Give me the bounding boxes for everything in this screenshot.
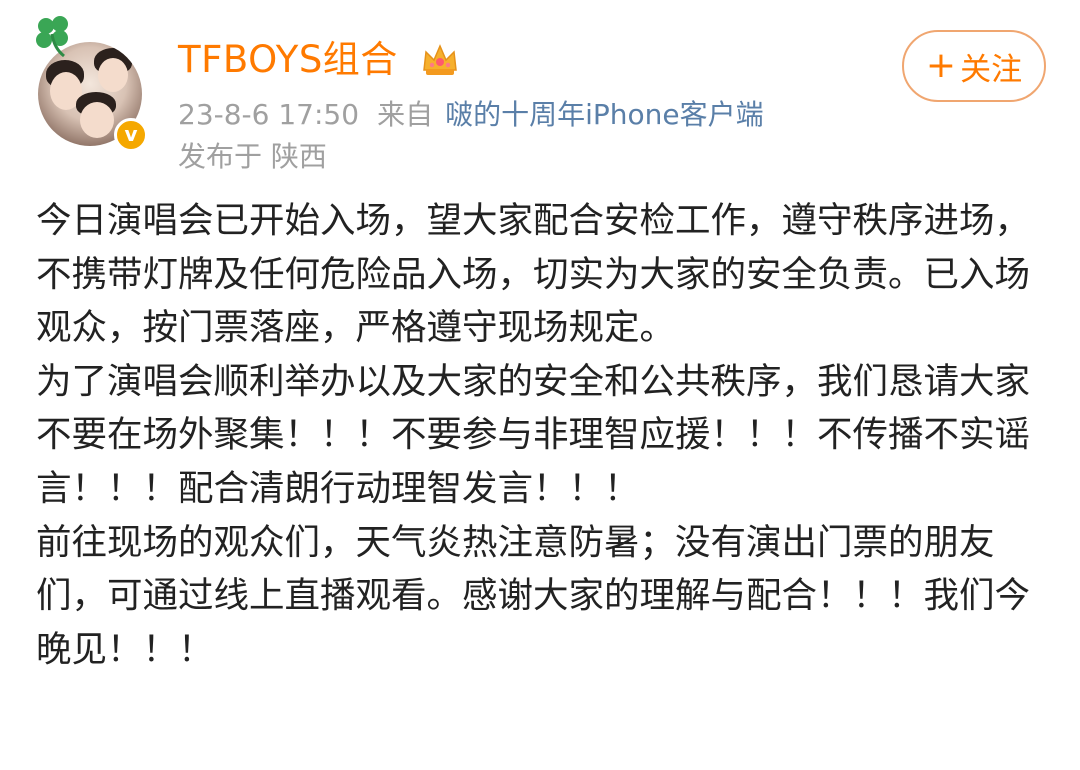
post-paragraph: 前往现场的观众们，天气炎热注意防暑；没有演出门票的朋友们，可通过线上直播观看。感… <box>36 521 1031 670</box>
crown-icon[interactable] <box>420 40 460 78</box>
post-time: 23-8-6 17:50 <box>178 98 360 131</box>
username[interactable]: TFBOYS组合 <box>178 38 398 82</box>
weibo-post: v TFBOYS组合 23-8-6 17:50 来自 啵的十周年iPhone客户端 … <box>0 0 1080 770</box>
client-link[interactable]: 啵的十周年iPhone客户端 <box>445 98 764 131</box>
plus-icon: + <box>925 45 957 86</box>
source-label: 来自 <box>377 98 434 131</box>
post-meta: 23-8-6 17:50 来自 啵的十周年iPhone客户端 <box>178 98 764 132</box>
post-paragraph: 今日演唱会已开始入场，望大家配合安检工作，遵守秩序进场，不携带灯牌及任何危险品入… <box>36 200 1031 349</box>
avatar-container[interactable]: v <box>34 14 154 152</box>
follow-label: 关注 <box>960 51 1023 88</box>
post-content: 今日演唱会已开始入场，望大家配合安检工作，遵守秩序进场，不携带灯牌及任何危险品入… <box>36 194 1046 676</box>
follow-button[interactable]: + 关注 <box>902 30 1046 102</box>
post-location: 发布于 陕西 <box>178 140 327 173</box>
post-paragraph: 为了演唱会顺利举办以及大家的安全和公共秩序，我们恳请大家不要在场外聚集！！！不要… <box>36 360 1031 509</box>
verified-badge-icon: v <box>114 118 148 152</box>
clover-icon <box>36 16 68 58</box>
